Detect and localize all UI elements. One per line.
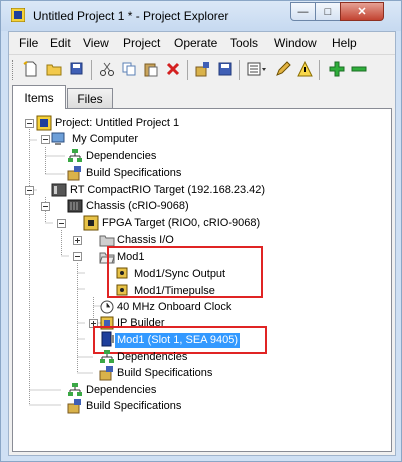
expand-toggle[interactable] [73, 236, 82, 245]
collapse-toggle[interactable] [25, 186, 34, 195]
highlight-box-mod1 [107, 246, 263, 298]
clock-icon [100, 300, 114, 314]
items-panel: Project: Untitled Project 1 My Computer … [12, 108, 392, 452]
paste-icon[interactable] [141, 59, 161, 79]
project-icon [36, 115, 52, 131]
menu-bar: File Edit View Project Operate Tools Win… [9, 32, 395, 54]
project-tree: Project: Untitled Project 1 My Computer … [13, 109, 391, 451]
build-specifications-icon [99, 366, 113, 381]
collapse-toggle[interactable] [73, 252, 82, 261]
menu-view[interactable]: View [83, 36, 109, 50]
client-area: File Edit View Project Operate Tools Win… [8, 31, 396, 456]
menu-help[interactable]: Help [332, 36, 357, 50]
tree-item-dependencies[interactable]: Dependencies [117, 351, 187, 364]
collapse-toggle[interactable] [57, 219, 66, 228]
tree-item-onboard-clock[interactable]: 40 MHz Onboard Clock [117, 301, 231, 314]
fpga-target-icon [83, 215, 99, 231]
tab-strip: Items Files [9, 84, 395, 109]
computer-icon [51, 132, 65, 145]
close-button[interactable]: ✕ [340, 2, 384, 21]
tree-item-fpga-target[interactable]: FPGA Target (RIO0, cRIO-9068) [102, 217, 260, 230]
tree-item-dependencies[interactable]: Dependencies [86, 150, 156, 163]
menu-tools[interactable]: Tools [230, 36, 258, 50]
maximize-button[interactable]: □ [315, 2, 341, 21]
collapse-toggle[interactable] [41, 135, 50, 144]
toolbar [9, 54, 395, 85]
dependencies-icon [68, 383, 82, 396]
warning-icon[interactable] [295, 59, 315, 79]
dependencies-icon [68, 149, 82, 162]
delete-icon[interactable] [163, 59, 183, 79]
menu-project[interactable]: Project [123, 36, 160, 50]
build-specifications-icon [67, 166, 81, 181]
add-icon[interactable] [327, 59, 347, 79]
menu-window[interactable]: Window [274, 36, 317, 50]
pen-icon[interactable] [273, 59, 293, 79]
tree-item-rt-target[interactable]: RT CompactRIO Target (192.168.23.42) [70, 184, 265, 197]
menu-operate[interactable]: Operate [174, 36, 217, 50]
menu-file[interactable]: File [19, 36, 38, 50]
toolbar-separator [91, 60, 92, 80]
chassis-icon [67, 199, 83, 213]
highlight-box-module [93, 326, 267, 354]
toolbar-separator [239, 60, 240, 80]
tree-item-build-specifications[interactable]: Build Specifications [86, 400, 181, 413]
tree-item-chassis[interactable]: Chassis (cRIO-9068) [86, 200, 189, 213]
menu-edit[interactable]: Edit [50, 36, 71, 50]
build-icon[interactable] [193, 59, 213, 79]
window-title: Untitled Project 1 * - Project Explorer [33, 9, 229, 23]
tree-item-dependencies[interactable]: Dependencies [86, 384, 156, 397]
dependencies-icon [100, 350, 114, 363]
tree-item-my-computer[interactable]: My Computer [72, 133, 138, 146]
crio-target-icon [51, 183, 67, 197]
view-icon[interactable] [247, 59, 267, 79]
project-explorer-window: Untitled Project 1 * - Project Explorer … [0, 0, 402, 462]
copy-icon[interactable] [119, 59, 139, 79]
toolbar-grip[interactable] [12, 60, 15, 80]
toolbar-separator [319, 60, 320, 80]
remove-icon[interactable] [349, 59, 369, 79]
tab-items[interactable]: Items [12, 85, 66, 109]
open-icon[interactable] [44, 59, 64, 79]
build-specifications-icon [67, 399, 81, 414]
tab-files[interactable]: Files [67, 88, 113, 109]
save-all-icon[interactable] [67, 59, 87, 79]
collapse-toggle[interactable] [25, 119, 34, 128]
tree-item-build-specifications[interactable]: Build Specifications [117, 367, 212, 380]
toolbar-separator [187, 60, 188, 80]
minimize-button[interactable]: — [290, 2, 316, 21]
cut-icon[interactable] [97, 59, 117, 79]
tree-item-project[interactable]: Project: Untitled Project 1 [55, 117, 179, 130]
title-bar[interactable]: Untitled Project 1 * - Project Explorer … [1, 1, 401, 31]
build-spec-icon[interactable] [215, 59, 235, 79]
tree-item-build-specifications[interactable]: Build Specifications [86, 167, 181, 180]
collapse-toggle[interactable] [41, 202, 50, 211]
project-explorer-icon [11, 8, 25, 22]
new-icon[interactable] [21, 59, 41, 79]
